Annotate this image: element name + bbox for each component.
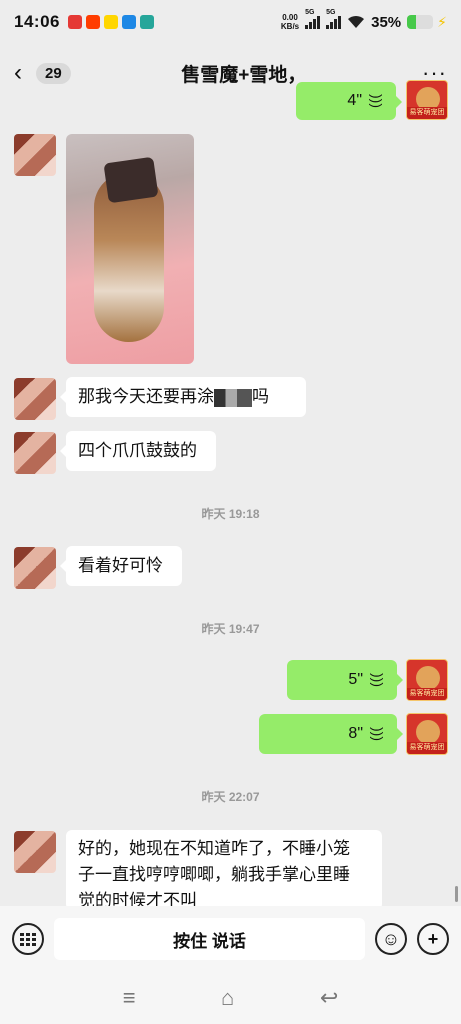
text-message[interactable]: 看着好可怜 — [60, 546, 182, 586]
notif-app-icon — [139, 15, 154, 29]
menu-icon[interactable]: ≡ — [123, 985, 136, 1011]
unread-count-badge[interactable]: 29 — [36, 62, 71, 84]
hold-to-talk-button[interactable]: 按住 说话 — [54, 918, 365, 960]
voice-wave-icon: ))) — [369, 94, 385, 108]
keyboard-icon[interactable] — [12, 923, 44, 955]
voice-message[interactable]: 4"))) — [296, 82, 402, 120]
battery-percent: 35% — [371, 13, 402, 31]
mosaic-blur — [214, 388, 252, 407]
text-message[interactable]: 好的，她现在不知道咋了，不睡小笼 子一直找哼哼唧唧，躺我手掌心里睡 觉的时候才不… — [66, 830, 382, 910]
contact-avatar[interactable] — [14, 134, 56, 176]
voice-wave-icon: ))) — [370, 727, 386, 741]
plus-icon[interactable]: + — [417, 923, 449, 955]
signal-icon: 5G — [305, 9, 321, 29]
time-separator: 昨天 19:18 — [201, 507, 260, 521]
system-nav-bar: ≡ ⌂ ↩ — [0, 972, 461, 1024]
my-avatar[interactable]: 易客萌宠团队 — [406, 713, 448, 755]
text-message[interactable]: 那我今天还要再涂吗 — [60, 377, 306, 417]
status-bar: 14:06 0.00 KB/s 5G 5G 35% ⚡ — [0, 0, 461, 44]
notif-app-icon — [85, 15, 100, 29]
wifi-icon — [348, 15, 365, 28]
net-speed: 0.00 KB/s — [280, 13, 300, 31]
contact-avatar[interactable] — [14, 378, 56, 420]
notification-icons — [67, 15, 154, 29]
image-message[interactable] — [66, 134, 194, 364]
charging-icon: ⚡ — [437, 13, 447, 30]
voice-message[interactable]: 5"))) — [287, 660, 403, 700]
emoji-icon[interactable]: ☺ — [375, 923, 407, 955]
notif-app-icon — [121, 15, 136, 29]
back-icon[interactable]: ↩ — [320, 985, 338, 1011]
signal-icon: 5G — [326, 9, 342, 29]
battery-icon — [407, 15, 434, 29]
time-separator: 昨天 19:47 — [201, 622, 260, 636]
input-bar: 按住 说话 ☺ + — [0, 906, 461, 972]
notif-app-icon — [67, 15, 82, 29]
status-time: 14:06 — [14, 12, 60, 31]
my-avatar[interactable]: 易客萌宠团队 — [406, 80, 448, 120]
my-avatar[interactable]: 易客萌宠团队 — [406, 659, 448, 701]
scrollbar[interactable] — [455, 886, 458, 902]
contact-avatar[interactable] — [14, 831, 56, 873]
text-message[interactable]: 四个爪爪鼓鼓的 — [60, 431, 216, 471]
contact-avatar[interactable] — [14, 547, 56, 589]
home-icon[interactable]: ⌂ — [221, 985, 234, 1011]
notif-app-icon — [103, 15, 118, 29]
voice-wave-icon: ))) — [370, 673, 386, 687]
contact-avatar[interactable] — [14, 432, 56, 474]
time-separator: 昨天 22:07 — [201, 790, 260, 804]
voice-message[interactable]: 8"))) — [259, 714, 403, 754]
chevron-left-icon[interactable]: ‹ — [14, 59, 32, 87]
